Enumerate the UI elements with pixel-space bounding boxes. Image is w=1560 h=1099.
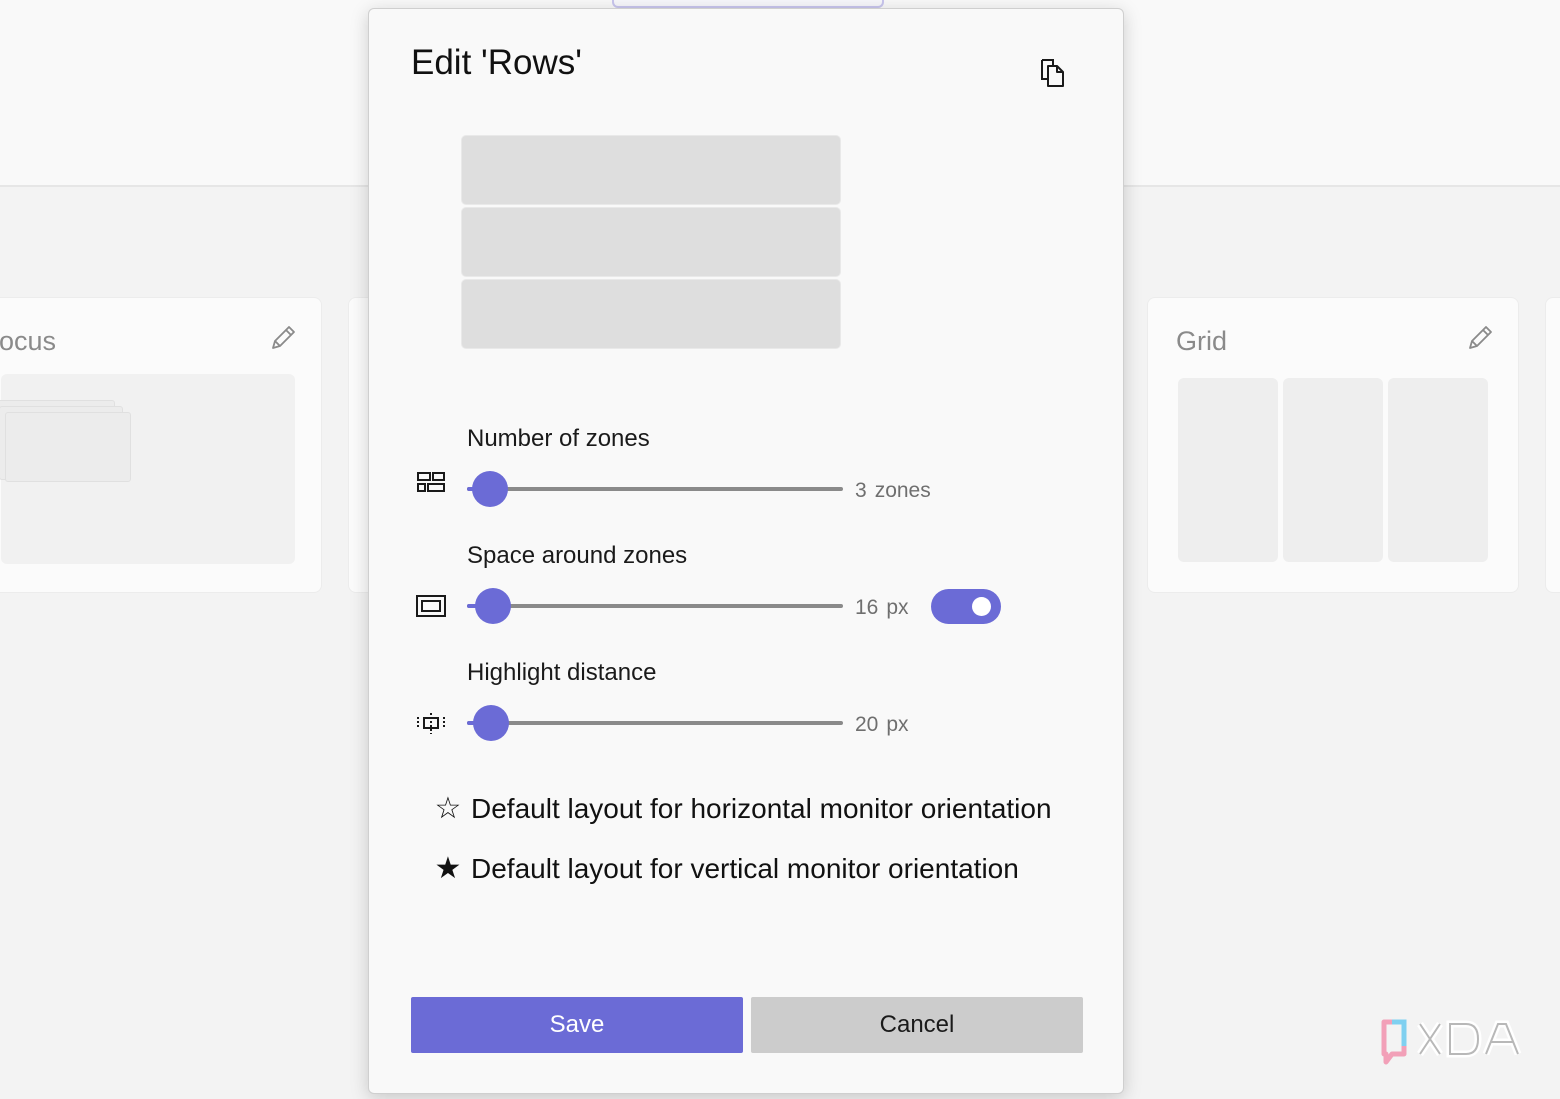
number-of-zones-label: Number of zones	[467, 425, 650, 452]
highlight-distance-label: Highlight distance	[467, 659, 657, 686]
layout-card-focus[interactable]: ocus	[0, 297, 322, 593]
duplicate-layout-button[interactable]	[1031, 51, 1075, 95]
space-frame-icon	[416, 595, 446, 617]
layout-card-title: ocus	[0, 326, 57, 356]
number-of-zones-value: 3 zones	[855, 479, 931, 503]
slider-track	[467, 487, 843, 491]
toggle-knob	[972, 597, 991, 616]
value-unit: px	[886, 713, 909, 736]
preview-zone	[461, 135, 841, 205]
zones-grid-icon	[417, 472, 445, 492]
layout-card-partial[interactable]	[1545, 297, 1560, 593]
slider-track	[467, 604, 843, 608]
slider-thumb[interactable]	[475, 588, 512, 624]
highlight-distance-icon	[417, 713, 445, 734]
space-around-zones-toggle[interactable]	[931, 589, 1001, 624]
grid-zone	[1283, 378, 1383, 562]
edit-layout-dialog: Edit 'Rows' Number of zones 3 zones Space…	[368, 8, 1124, 1094]
focus-window	[5, 412, 131, 482]
space-around-zones-value: 16 px	[855, 596, 909, 620]
preview-zone	[461, 207, 841, 277]
layout-card-grid[interactable]: Grid	[1147, 297, 1519, 593]
default-horizontal-option[interactable]: ☆ Default layout for horizontal monitor …	[433, 791, 1052, 826]
focus-layout-preview	[0, 374, 295, 564]
dialog-title: Edit 'Rows'	[411, 43, 582, 82]
highlight-distance-slider[interactable]	[467, 703, 845, 743]
layout-card-title: Grid	[1176, 326, 1228, 356]
value-number: 20	[855, 713, 879, 736]
slider-thumb[interactable]	[473, 705, 510, 741]
space-around-zones-label: Space around zones	[467, 542, 688, 569]
value-unit: zones	[874, 479, 931, 502]
pencil-icon[interactable]	[267, 322, 299, 354]
default-vertical-label: Default layout for vertical monitor orie…	[471, 852, 1019, 884]
star-outline-icon[interactable]: ☆	[433, 791, 463, 826]
copy-icon	[1041, 59, 1064, 87]
value-number: 16	[855, 596, 879, 619]
star-filled-icon[interactable]: ★	[433, 851, 463, 886]
save-button[interactable]: Save	[411, 997, 743, 1053]
slider-thumb[interactable]	[471, 471, 508, 507]
default-vertical-option[interactable]: ★ Default layout for vertical monitor or…	[433, 851, 1019, 886]
value-number: 3	[855, 479, 867, 502]
highlight-distance-value: 20 px	[855, 713, 909, 737]
pencil-icon[interactable]	[1464, 322, 1496, 354]
xda-logo-watermark	[1381, 1019, 1522, 1065]
space-around-zones-slider[interactable]	[467, 586, 845, 626]
slider-track	[467, 721, 843, 725]
default-horizontal-label: Default layout for horizontal monitor or…	[471, 792, 1052, 824]
background-selected-tab[interactable]	[612, 0, 884, 8]
cancel-button[interactable]: Cancel	[751, 997, 1083, 1053]
grid-zone	[1388, 378, 1488, 562]
grid-zone	[1178, 378, 1278, 562]
preview-zone	[461, 279, 841, 349]
number-of-zones-slider[interactable]	[467, 469, 845, 509]
value-unit: px	[886, 596, 909, 619]
